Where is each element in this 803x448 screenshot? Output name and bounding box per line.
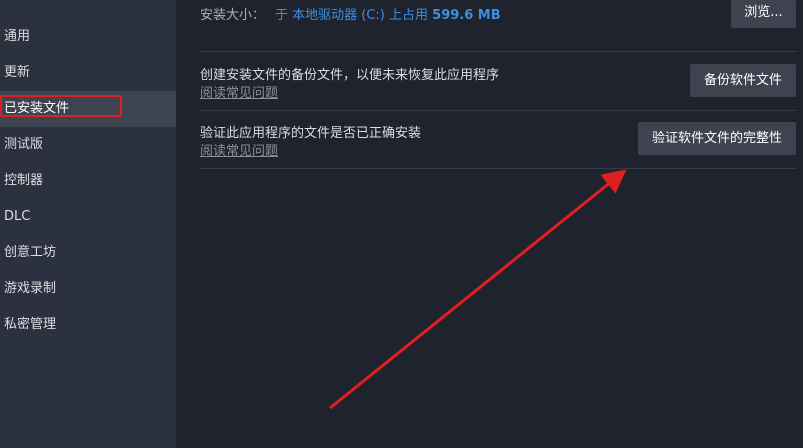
sidebar-item-label: 游戏录制 [4, 281, 57, 296]
install-size-amount: 599.6 MB [432, 8, 501, 23]
sidebar: 通用 更新 已安装文件 测试版 控制器 DLC 创意工坊 游戏录制 私密管理 [0, 0, 176, 448]
sidebar-item-betas[interactable]: 测试版 [0, 127, 176, 163]
sidebar-item-label: 私密管理 [4, 317, 57, 332]
backup-faq-link[interactable]: 阅读常见问题 [200, 82, 278, 101]
sidebar-item-installed-files[interactable]: 已安装文件 [0, 91, 176, 127]
install-size-row: 安装大小： 于 本地驱动器 (C:) 上占用 599.6 MB [200, 4, 501, 23]
verify-faq-link[interactable]: 阅读常见问题 [200, 140, 278, 159]
verify-integrity-button[interactable]: 验证软件文件的完整性 [638, 122, 796, 155]
sidebar-item-label: DLC [4, 209, 31, 224]
divider [200, 168, 797, 169]
sidebar-item-label: 创意工坊 [4, 245, 57, 260]
sidebar-item-privacy[interactable]: 私密管理 [0, 307, 176, 343]
sidebar-item-updates[interactable]: 更新 [0, 55, 176, 91]
sidebar-item-workshop[interactable]: 创意工坊 [0, 235, 176, 271]
browse-button[interactable]: 浏览... [731, 0, 796, 28]
sidebar-item-label: 控制器 [4, 173, 44, 188]
divider [200, 51, 797, 52]
backup-description: 创建安装文件的备份文件，以便未来恢复此应用程序 [200, 68, 500, 83]
verify-description: 验证此应用程序的文件是否已正确安装 [200, 126, 422, 141]
sidebar-item-dlc[interactable]: DLC [0, 199, 176, 235]
sidebar-item-label: 已安装文件 [4, 101, 70, 116]
backup-files-button[interactable]: 备份软件文件 [690, 64, 796, 97]
divider [200, 110, 797, 111]
sidebar-item-label: 更新 [4, 65, 31, 80]
main-content: 安装大小： 于 本地驱动器 (C:) 上占用 599.6 MB 浏览... 创建安… [176, 0, 803, 448]
install-size-value: 于 本地驱动器 (C:) 上占用 599.6 MB [275, 8, 501, 23]
sidebar-item-general[interactable]: 通用 [0, 19, 176, 55]
install-size-location: 于 本地驱动器 (C:) 上占用 [275, 8, 429, 23]
install-size-label: 安装大小： [200, 8, 266, 23]
sidebar-item-controller[interactable]: 控制器 [0, 163, 176, 199]
sidebar-item-label: 通用 [4, 29, 31, 44]
sidebar-item-label: 测试版 [4, 137, 44, 152]
sidebar-item-game-recording[interactable]: 游戏录制 [0, 271, 176, 307]
